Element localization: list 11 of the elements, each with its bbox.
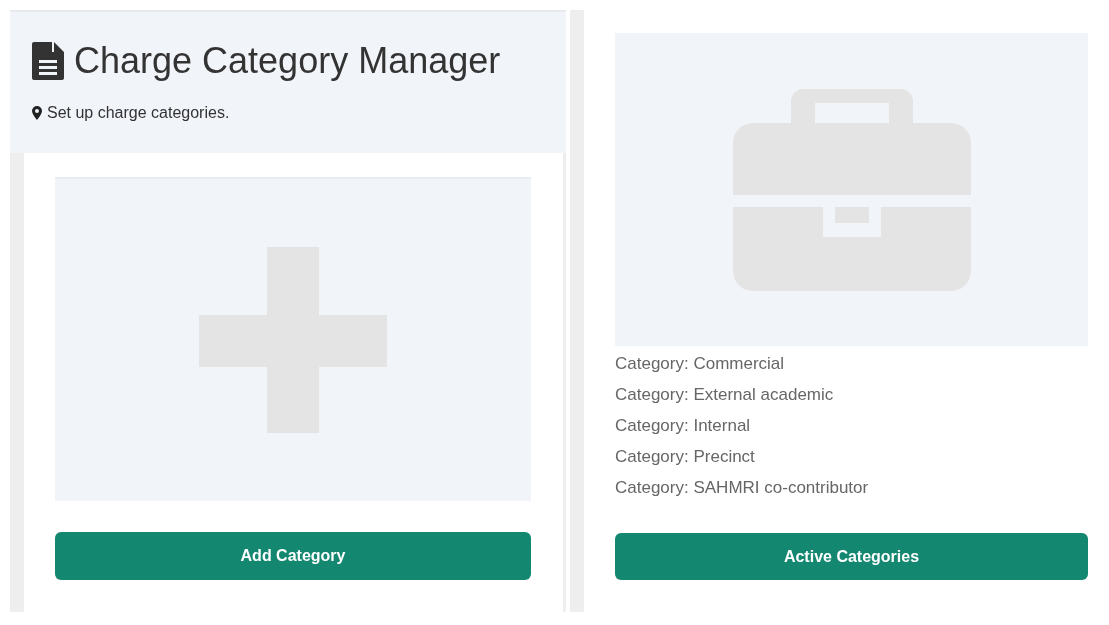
category-entry: Category: Commercial <box>615 353 786 375</box>
category-entry: Category: Precinct <box>615 446 756 468</box>
page-subtitle: Set up charge categories. <box>47 104 230 122</box>
category-entry: Category: SAHMRI co-contributor <box>615 477 870 499</box>
map-pin-icon <box>32 106 42 120</box>
document-icon <box>32 42 64 80</box>
add-category-button[interactable]: Add Category <box>55 532 531 580</box>
active-categories-button[interactable]: Active Categories <box>615 533 1088 580</box>
category-entry: Category: External academic <box>615 384 835 406</box>
page-title: Charge Category Manager <box>74 40 501 82</box>
category-entry: Category: Internal <box>615 415 752 437</box>
